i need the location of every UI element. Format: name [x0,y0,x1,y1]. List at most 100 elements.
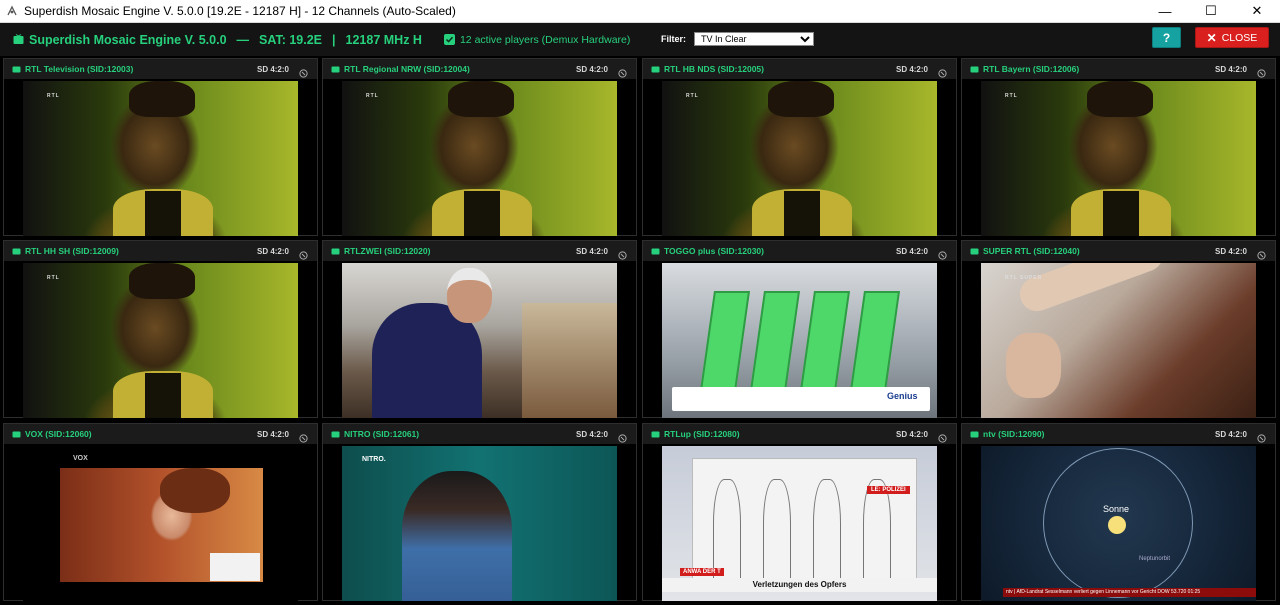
tv-icon [331,247,340,255]
tv-icon [651,65,660,73]
separator-dash: — [236,32,250,47]
tile-header: RTLup (SID:12080) SD 4:2:0 [643,424,956,444]
record-icon[interactable] [938,247,947,265]
help-button[interactable]: ? [1152,27,1181,48]
tv-icon [331,430,340,438]
video-format: SD 4:2:0 [256,246,289,256]
filter-group: Filter: TV In Clear [661,32,815,46]
app-name: Superdish Mosaic Engine V. 5.0.0 [29,32,227,47]
close-button[interactable]: ✕ CLOSE [1195,27,1269,48]
window-close-button[interactable]: ✕ [1234,0,1280,22]
maximize-button[interactable]: ☐ [1188,0,1234,22]
channel-logo: VOX [73,455,88,462]
tv-icon [970,247,979,255]
channel-name: ntv (SID:12090) [983,429,1045,439]
video-preview[interactable]: VOX [23,446,298,601]
channel-tile[interactable]: VOX (SID:12060) SD 4:2:0 VOX [3,423,318,601]
video-preview[interactable]: RTL [342,81,617,236]
video-preview[interactable]: RTL [23,263,298,418]
active-players-status: 12 active players (Demux Hardware) [443,33,631,46]
check-icon [443,34,455,45]
channel-tile[interactable]: RTLZWEI (SID:12020) SD 4:2:0 [322,240,637,418]
channel-tile[interactable]: RTL HB NDS (SID:12005) SD 4:2:0 RTL [642,58,957,236]
video-format: SD 4:2:0 [575,64,608,74]
record-icon[interactable] [1257,430,1266,448]
video-format: SD 4:2:0 [895,429,928,439]
channel-tile[interactable]: ntv (SID:12090) SD 4:2:0 Sonne Neptunorb… [961,423,1276,601]
video-preview[interactable]: Genius [662,263,937,418]
channel-name: RTLZWEI (SID:12020) [344,246,431,256]
video-preview[interactable]: RTL SUPER [981,263,1256,418]
channel-tile[interactable]: RTL Bayern (SID:12006) SD 4:2:0 RTL [961,58,1276,236]
video-preview[interactable]: LE: POLIZEI ANWA DER T Verletzungen des … [662,446,937,601]
frequency: 12187 MHz H [345,32,422,47]
record-icon[interactable] [938,65,947,83]
show-tag: ANWA DER T [680,568,724,576]
filter-select[interactable]: TV In Clear [694,32,815,46]
record-icon[interactable] [1257,247,1266,265]
channel-name: VOX (SID:12060) [25,429,92,439]
channel-tile[interactable]: TOGGO plus (SID:12030) SD 4:2:0 Genius [642,240,957,418]
window-titlebar: Superdish Mosaic Engine V. 5.0.0 [19.2E … [0,0,1280,23]
tile-header: RTL Bayern (SID:12006) SD 4:2:0 [962,59,1275,79]
tile-header: ntv (SID:12090) SD 4:2:0 [962,424,1275,444]
record-icon[interactable] [938,430,947,448]
video-format: SD 4:2:0 [256,429,289,439]
tile-header: RTL Regional NRW (SID:12004) SD 4:2:0 [323,59,636,79]
channel-name: RTL HH SH (SID:12009) [25,246,119,256]
tv-icon [970,65,979,73]
minimize-button[interactable]: — [1142,0,1188,22]
channel-name: RTL Bayern (SID:12006) [983,64,1080,74]
record-icon[interactable] [299,430,308,448]
video-preview[interactable] [342,263,617,418]
video-preview[interactable]: Sonne Neptunorbit ntv | AfD-Landrat Sess… [981,446,1256,601]
video-preview[interactable]: RTL [981,81,1256,236]
channel-tile[interactable]: SUPER RTL (SID:12040) SD 4:2:0 RTL SUPER [961,240,1276,418]
record-icon[interactable] [618,65,627,83]
channel-name: RTL HB NDS (SID:12005) [664,64,764,74]
channel-name: NITRO (SID:12061) [344,429,420,439]
filter-label: Filter: [661,34,687,44]
video-format: SD 4:2:0 [1214,429,1247,439]
ad-brand: Genius [887,391,918,401]
channel-logo: RTL [1005,93,1018,99]
tile-header: RTL HB NDS (SID:12005) SD 4:2:0 [643,59,956,79]
orbit-label: Neptunorbit [1139,556,1171,562]
record-icon[interactable] [299,65,308,83]
tile-header: RTLZWEI (SID:12020) SD 4:2:0 [323,241,636,261]
channel-tile[interactable]: NITRO (SID:12061) SD 4:2:0 NITRO. [322,423,637,601]
channel-tile[interactable]: RTLup (SID:12080) SD 4:2:0 LE: POLIZEI A… [642,423,957,601]
record-icon[interactable] [1257,65,1266,83]
tv-icon [651,430,660,438]
close-button-label: CLOSE [1221,31,1258,44]
tile-header: TOGGO plus (SID:12030) SD 4:2:0 [643,241,956,261]
video-format: SD 4:2:0 [1214,246,1247,256]
channel-tile[interactable]: RTL HH SH (SID:12009) SD 4:2:0 RTL [3,240,318,418]
active-players-label: 12 active players (Demux Hardware) [459,33,631,46]
separator-bar: | [332,32,336,47]
record-icon[interactable] [299,247,308,265]
video-preview[interactable]: RTL [23,81,298,236]
video-preview[interactable]: RTL [662,81,937,236]
record-icon[interactable] [618,247,627,265]
mosaic-grid: RTL Television (SID:12003) SD 4:2:0 RTL … [3,58,1278,604]
tile-header: NITRO (SID:12061) SD 4:2:0 [323,424,636,444]
close-icon: ✕ [1206,30,1217,45]
channel-tile[interactable]: RTL Television (SID:12003) SD 4:2:0 RTL [3,58,318,236]
brand: Superdish Mosaic Engine V. 5.0.0 — SAT: … [13,33,422,47]
channel-logo: NITRO. [362,456,386,463]
channel-tile[interactable]: RTL Regional NRW (SID:12004) SD 4:2:0 RT… [322,58,637,236]
video-preview[interactable]: NITRO. [342,446,617,601]
channel-name: SUPER RTL (SID:12040) [983,246,1080,256]
channel-logo: RTL SUPER [1005,275,1043,281]
video-format: SD 4:2:0 [895,246,928,256]
channel-logo: RTL [366,93,379,99]
channel-name: TOGGO plus (SID:12030) [664,246,764,256]
record-icon[interactable] [618,430,627,448]
sun-dot [1108,516,1126,534]
channel-name: RTL Television (SID:12003) [25,64,134,74]
sun-label: Sonne [1103,504,1130,514]
video-format: SD 4:2:0 [575,246,608,256]
channel-name: RTLup (SID:12080) [664,429,740,439]
tile-header: RTL Television (SID:12003) SD 4:2:0 [4,59,317,79]
